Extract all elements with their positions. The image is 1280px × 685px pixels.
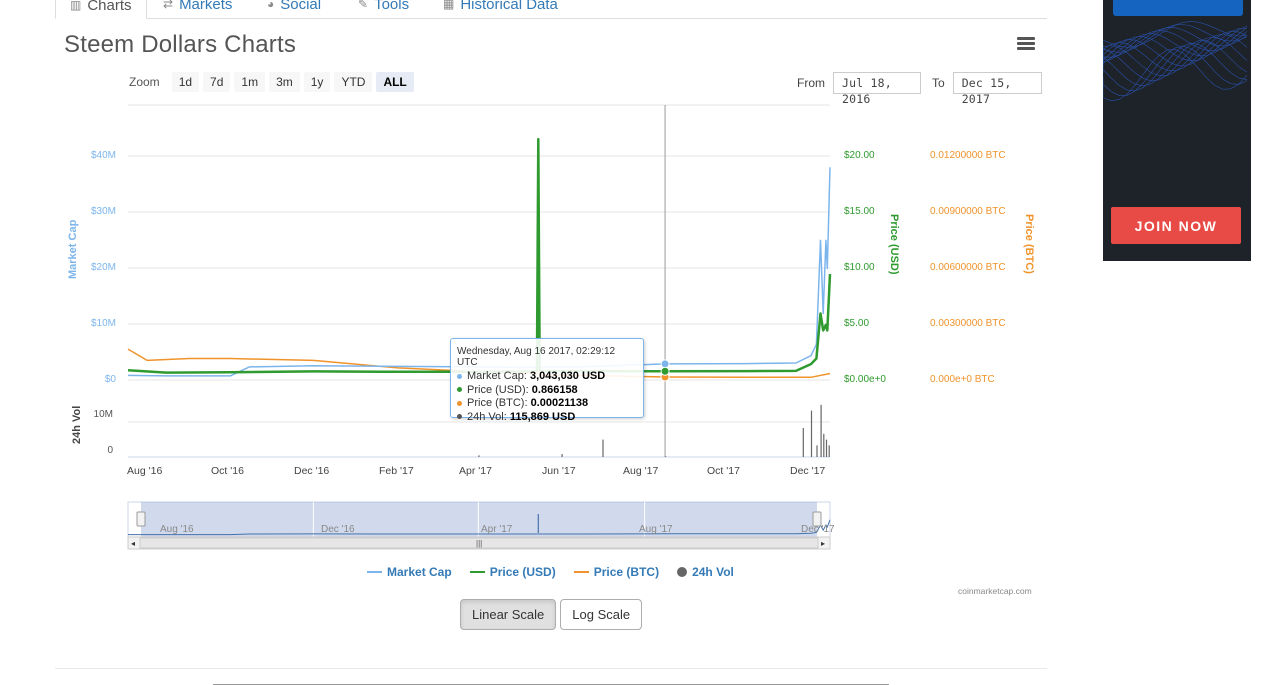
price-usd-tick: $5.00: [844, 318, 870, 329]
scroll-right-arrow: ▸: [821, 539, 825, 548]
tooltip-row-volume: 24h Vol: 115,869 USD: [457, 411, 637, 425]
price-btc-axis-title: Price (BTC): [1023, 214, 1035, 274]
navigator-handle: [136, 511, 146, 527]
scale-toggle: Linear Scale Log Scale: [460, 599, 643, 630]
tooltip-row-market-cap: Market Cap: 3,043,030 USD: [457, 370, 637, 384]
hover-marker: [660, 359, 670, 369]
navigator-tick: Aug '17: [639, 524, 673, 535]
price-usd-tick: $20.00: [844, 150, 875, 161]
x-tick: Jun '17: [542, 465, 576, 477]
price-chart-plot[interactable]: ◂ ▸ |||: [55, 19, 1047, 559]
legend-price-usd[interactable]: Price (USD): [469, 565, 556, 579]
tooltip-row-price-btc: Price (BTC): 0.00021138: [457, 397, 637, 411]
scroll-left-arrow: ◂: [131, 539, 135, 548]
tab-historical-data[interactable]: ▦ Historical Data: [443, 0, 558, 16]
navigator-tick: Dec '16: [321, 524, 355, 535]
navigator-tick: Aug '16: [160, 524, 194, 535]
volume-bar: [828, 445, 830, 457]
volume-bar: [823, 433, 825, 457]
x-tick: Apr '17: [459, 465, 492, 477]
chart-credit[interactable]: coinmarketcap.com: [958, 586, 1032, 596]
x-tick: Aug '16: [127, 465, 163, 477]
navigator-selection: [141, 502, 817, 537]
volume-tick: 0: [107, 445, 113, 456]
table-icon: ▦: [443, 0, 455, 11]
navigator-tick: Dec '17: [801, 524, 835, 535]
tab-social[interactable]: ◕ Social: [267, 0, 321, 16]
market-cap-tick: $30M: [90, 206, 116, 217]
tab-bar: ▥ Charts ⇄ Markets ◕ Social ✎ Tools ▦ Hi…: [55, 0, 1047, 19]
market-cap-tick: $40M: [90, 150, 116, 161]
volume-bar: [561, 454, 563, 457]
chart-container: Steem Dollars Charts Zoom 1d 7d 1m 3m 1y…: [55, 19, 1047, 639]
ad-banner[interactable]: JOIN NOW: [1103, 0, 1251, 261]
price-btc-tick: 0.00300000 BTC: [930, 318, 1006, 329]
x-tick: Oct '16: [211, 465, 244, 477]
legend-market-cap[interactable]: Market Cap: [367, 565, 452, 579]
x-tick: Dec '17: [790, 465, 826, 477]
ad-wave-line: [1103, 49, 1248, 102]
wrench-icon: ✎: [358, 0, 369, 11]
market-cap-tick: $10M: [90, 318, 116, 329]
x-tick: Dec '16: [294, 465, 330, 477]
tab-label: Social: [280, 0, 322, 13]
price-btc-tick: 0.01200000 BTC: [930, 150, 1006, 161]
volume-bar: [825, 439, 828, 457]
tab-markets[interactable]: ⇄ Markets: [163, 0, 232, 16]
volume-bar: [820, 404, 822, 457]
volume-bar: [602, 439, 604, 457]
scroll-grip: |||: [476, 539, 482, 548]
x-tick: Aug '17: [623, 465, 659, 477]
globe-icon: ◕: [267, 0, 275, 11]
volume-tick: 10M: [93, 409, 113, 420]
price-usd-tick: $15.00: [844, 206, 875, 217]
exchange-icon: ⇄: [163, 0, 174, 11]
bar-chart-icon: ▥: [70, 0, 82, 12]
tooltip-row-price-usd: Price (USD): 0.866158: [457, 384, 637, 398]
price-usd-axis-title: Price (USD): [888, 214, 900, 275]
volume-bar: [478, 455, 480, 457]
legend-price-btc[interactable]: Price (BTC): [573, 565, 659, 579]
price-usd-tick: $0.00e+0: [844, 374, 886, 385]
volume-bar: [665, 456, 667, 457]
ad-wave-graphic: [1103, 21, 1248, 102]
tooltip-date: Wednesday, Aug 16 2017, 02:29:12 UTC: [457, 346, 616, 368]
price-btc-tick: 0.00900000 BTC: [930, 206, 1006, 217]
price-btc-tick: 0.000e+0 BTC: [930, 374, 995, 385]
price-usd-tick: $10.00: [844, 262, 875, 273]
x-tick: Oct '17: [707, 465, 740, 477]
volume-bar: [816, 445, 818, 457]
tab-tools[interactable]: ✎ Tools: [358, 0, 409, 16]
market-cap-tick: $20M: [90, 262, 116, 273]
tab-label: Markets: [179, 0, 233, 13]
linear-scale-button[interactable]: Linear Scale: [460, 599, 557, 630]
tab-label: Tools: [374, 0, 410, 13]
tab-label: Charts: [87, 0, 132, 14]
market-cap-axis-title: Market Cap: [67, 219, 79, 279]
chart-tooltip: Wednesday, Aug 16 2017, 02:29:12 UTC Mar…: [450, 338, 644, 423]
footer-divider: [55, 668, 1047, 669]
volume-bar: [810, 410, 813, 457]
volume-axis-title: 24h Vol: [71, 405, 83, 444]
volume-bar: [802, 428, 804, 457]
chart-legend: Market Cap Price (USD) Price (BTC) 24h V…: [367, 565, 734, 579]
navigator-tick: Apr '17: [481, 524, 513, 535]
tab-charts[interactable]: ▥ Charts: [55, 0, 147, 19]
legend-volume[interactable]: 24h Vol: [677, 565, 734, 579]
price-btc-tick: 0.00600000 BTC: [930, 262, 1006, 273]
join-now-button[interactable]: JOIN NOW: [1111, 207, 1241, 244]
tab-label: Historical Data: [460, 0, 558, 13]
log-scale-button[interactable]: Log Scale: [560, 599, 643, 630]
market-cap-tick: $0: [104, 374, 116, 385]
x-tick: Feb '17: [379, 465, 414, 477]
hover-marker: [660, 366, 670, 376]
